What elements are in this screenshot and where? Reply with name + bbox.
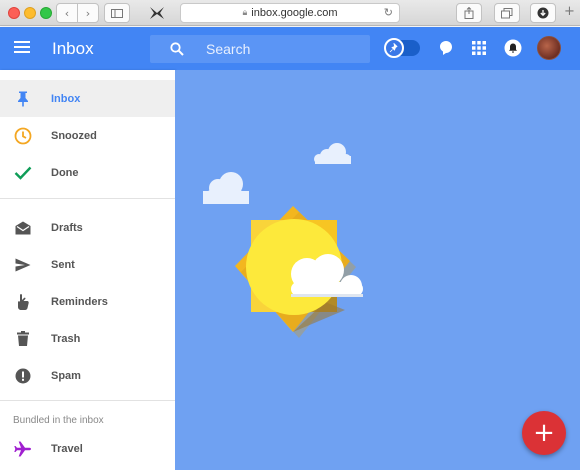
sidebar-item-trash[interactable]: Trash	[0, 320, 175, 357]
lock-icon: 🔒︎	[242, 8, 248, 18]
reminder-icon[interactable]	[436, 38, 456, 58]
compose-button[interactable]: +	[522, 411, 566, 455]
sidebar-item-drafts[interactable]: Drafts	[0, 209, 175, 246]
sidebar-item-label: Drafts	[51, 221, 83, 234]
sidebar-item-label: Sent	[51, 258, 75, 271]
download-icon[interactable]	[530, 3, 556, 23]
inbox-zero-panel	[175, 70, 580, 470]
cloud-icon	[314, 143, 351, 164]
checkmark-icon	[13, 163, 33, 183]
reminder-hand-icon	[13, 292, 33, 312]
clock-icon	[13, 126, 33, 146]
drafts-icon	[13, 218, 33, 238]
sidebar: Inbox Snoozed Done Drafts Sent Reminders	[0, 70, 175, 470]
sidebar-item-label: Snoozed	[51, 129, 97, 142]
share-icon[interactable]	[456, 3, 482, 23]
sidebar-item-label: Done	[51, 166, 79, 179]
sidebar-divider	[0, 400, 175, 401]
sidebar-item-reminders[interactable]: Reminders	[0, 283, 175, 320]
notifications-icon[interactable]	[503, 38, 523, 58]
address-bar[interactable]: 🔒︎ inbox.google.com ↻	[180, 3, 400, 23]
sidebar-item-sent[interactable]: Sent	[0, 246, 175, 283]
sidebar-item-label: Spam	[51, 369, 81, 382]
inbox-site-icon[interactable]	[146, 4, 168, 22]
airplane-icon	[13, 439, 33, 459]
sidebar-item-spam[interactable]: Spam	[0, 357, 175, 394]
page-title: Inbox	[52, 39, 94, 58]
close-window-button[interactable]	[8, 7, 20, 19]
new-tab-icon[interactable]: +	[564, 4, 575, 19]
sun-illustration	[203, 143, 363, 338]
cloud-icon	[291, 254, 363, 297]
reload-icon[interactable]: ↻	[384, 6, 393, 19]
apps-grid-icon[interactable]	[469, 38, 489, 58]
app-header: Inbox Search	[0, 27, 580, 70]
forward-icon[interactable]: ›	[77, 3, 99, 23]
sidebar-item-done[interactable]: Done	[0, 154, 175, 191]
cloud-icon	[203, 172, 249, 204]
send-icon	[13, 255, 33, 275]
sidebar-item-travel[interactable]: Travel	[0, 430, 175, 467]
sidebar-item-label: Trash	[51, 332, 81, 345]
back-icon[interactable]: ‹	[56, 3, 78, 23]
bundled-section-label: Bundled in the inbox	[13, 415, 104, 426]
trash-icon	[13, 329, 33, 349]
pin-icon	[384, 38, 404, 58]
tabs-icon[interactable]	[494, 3, 520, 23]
browser-toolbar: ‹ › 🔒︎ inbox.google.com ↻ +	[0, 0, 580, 26]
sidebar-item-snoozed[interactable]: Snoozed	[0, 117, 175, 154]
sidebar-item-label: Travel	[51, 442, 83, 455]
pin-icon	[13, 89, 33, 109]
sidebar-item-inbox[interactable]: Inbox	[0, 80, 175, 117]
search-placeholder: Search	[206, 41, 251, 57]
pinned-toggle[interactable]	[384, 38, 420, 58]
sidebar-icon[interactable]	[104, 3, 130, 23]
sidebar-item-label: Inbox	[51, 92, 81, 105]
url-text: inbox.google.com	[251, 7, 338, 19]
sidebar-item-label: Reminders	[51, 295, 108, 308]
sidebar-divider	[0, 198, 175, 199]
search-box[interactable]: Search	[150, 35, 370, 63]
spam-icon	[13, 366, 33, 386]
minimize-window-button[interactable]	[24, 7, 36, 19]
fullscreen-window-button[interactable]	[40, 7, 52, 19]
avatar[interactable]	[537, 36, 561, 60]
menu-icon[interactable]	[14, 41, 30, 54]
search-icon	[170, 42, 184, 61]
